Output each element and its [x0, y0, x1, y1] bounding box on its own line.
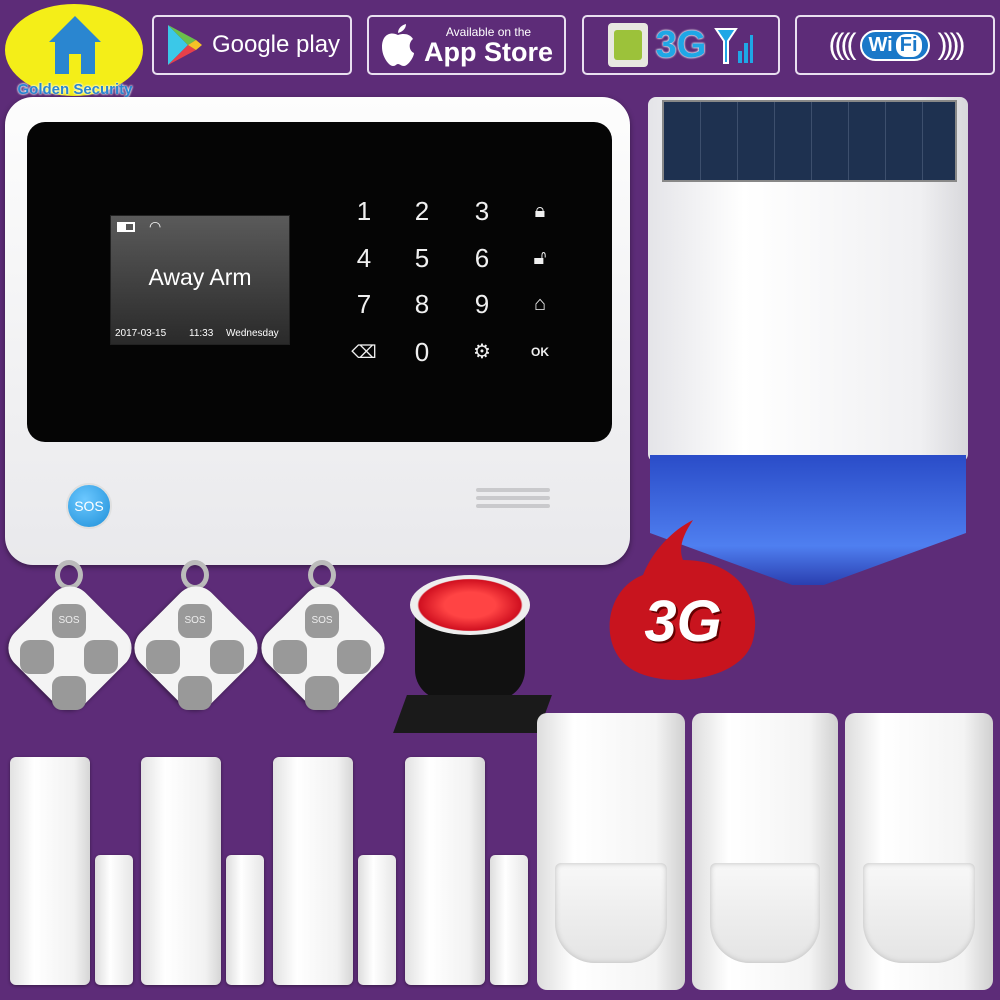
wifi-waves-left-icon: (((( [828, 28, 857, 61]
brand-logo: Golden Security [2, 2, 144, 98]
antenna-signal-icon [714, 28, 754, 64]
indoor-siren [393, 565, 552, 735]
key-4[interactable]: 4 [344, 240, 384, 276]
3g-promo-badge: 3G [598, 520, 763, 690]
unlock-icon[interactable]: 🔓︎ [520, 240, 560, 276]
key-2[interactable]: 2 [402, 193, 442, 229]
lock-icon[interactable]: 🔒︎ [520, 193, 560, 229]
key-1[interactable]: 1 [344, 193, 384, 229]
key-5[interactable]: 5 [402, 240, 442, 276]
3g-label: 3G [655, 23, 707, 66]
3g-badge: 3G [582, 15, 780, 75]
lcd-display: ◠ Away Arm 2017-03-15 11:33 Wednesday [110, 215, 290, 345]
speaker-vent [476, 488, 550, 492]
remote-key-fob: SOS [252, 560, 394, 720]
lcd-day: Wednesday [226, 328, 279, 339]
door-sensor [405, 757, 485, 985]
battery-icon [117, 222, 135, 232]
fob-sos-button: SOS [305, 604, 339, 638]
key-9[interactable]: 9 [462, 286, 502, 322]
house-icon [49, 16, 101, 74]
app-store-badge[interactable]: Available on the App Store [367, 15, 566, 75]
home-arm-icon[interactable]: ⌂ [520, 286, 560, 322]
sim-card-icon [607, 23, 648, 67]
wifi-badge: (((( Wi Fi )))) [795, 15, 995, 75]
door-magnet [490, 855, 528, 985]
solar-panel [662, 100, 957, 182]
google-play-icon [167, 25, 202, 65]
pir-motion-sensor [537, 713, 685, 990]
3g-promo-label: 3G [644, 589, 722, 654]
pir-motion-sensor [692, 713, 840, 990]
door-magnet [358, 855, 396, 985]
door-sensor [10, 757, 90, 985]
door-magnet [95, 855, 133, 985]
google-play-label: Google play [211, 31, 341, 58]
door-sensor [141, 757, 221, 985]
settings-icon[interactable]: ⚙ [462, 334, 502, 370]
sos-button[interactable]: SOS [66, 483, 112, 529]
wifi-wi: Wi [868, 33, 893, 56]
google-play-badge[interactable]: Google play [152, 15, 352, 75]
wifi-fi: Fi [895, 33, 922, 57]
backspace-icon[interactable]: ⌫ [344, 334, 384, 370]
app-store-label: App Store [423, 37, 553, 67]
fob-sos-button: SOS [178, 604, 212, 638]
remote-key-fob: SOS [0, 560, 141, 720]
key-8[interactable]: 8 [402, 286, 442, 322]
pir-motion-sensor [845, 713, 993, 990]
lcd-status: Away Arm [148, 264, 252, 290]
lcd-time: 11:33 [189, 328, 214, 339]
door-magnet [226, 855, 264, 985]
speaker-vent [476, 504, 550, 508]
key-3[interactable]: 3 [462, 193, 502, 229]
wifi-icon: ◠ [149, 218, 162, 234]
key-7[interactable]: 7 [344, 286, 384, 322]
apple-icon [381, 24, 414, 66]
key-6[interactable]: 6 [462, 240, 502, 276]
fob-sos-button: SOS [52, 604, 86, 638]
brand-name: Golden Security [17, 81, 133, 98]
remote-key-fob: SOS [125, 560, 267, 720]
speaker-vent [476, 496, 550, 500]
ok-icon[interactable]: OK [520, 334, 560, 370]
wifi-waves-right-icon: )))) [937, 28, 966, 61]
door-sensor [273, 757, 353, 985]
lcd-date: 2017-03-15 [115, 328, 167, 339]
key-0[interactable]: 0 [402, 334, 442, 370]
